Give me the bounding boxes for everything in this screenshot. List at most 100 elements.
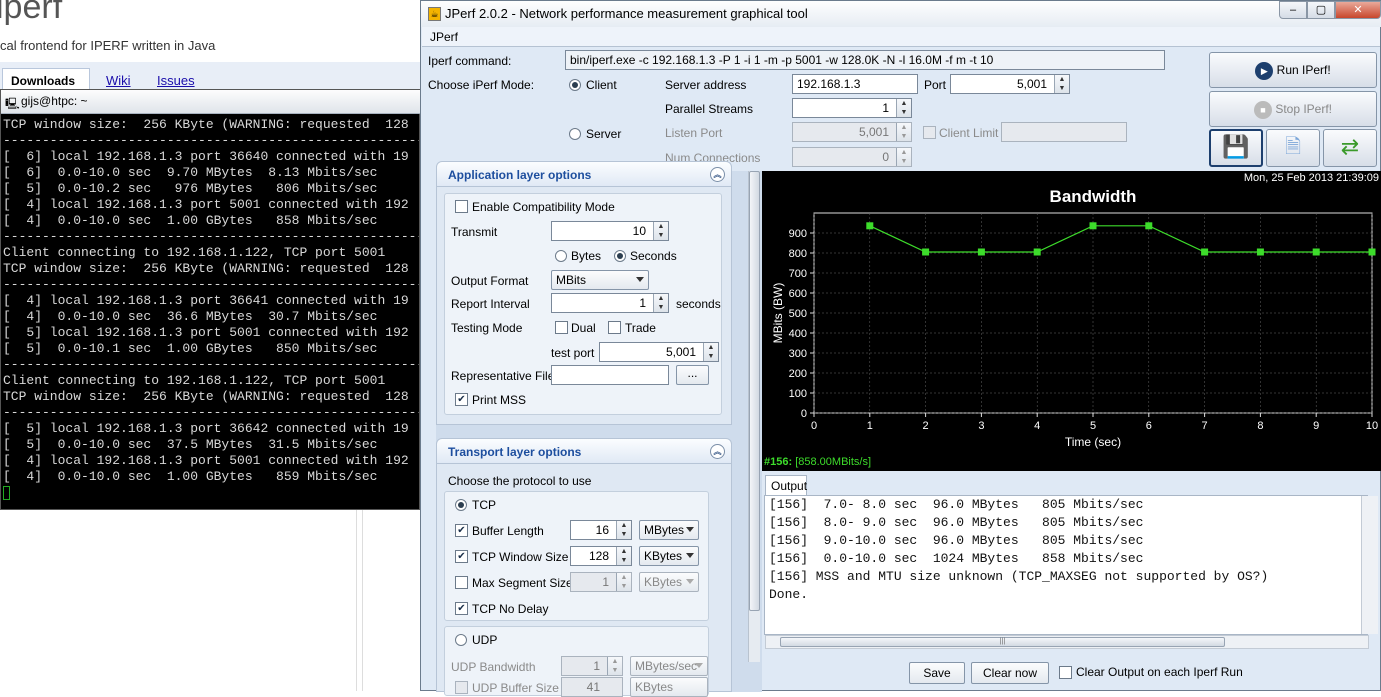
terminal-line: [ 4] 0.0-10.0 sec 1.00 GBytes 858 Mbits/… [3,213,378,228]
maximize-button[interactable]: ▢ [1307,1,1335,19]
buffer-unit-select[interactable]: MBytes [639,520,699,540]
mss-checkbox[interactable] [455,576,468,589]
buffer-length-spinner[interactable]: ▲ ▼ [616,521,631,539]
tab-issues[interactable]: Issues [157,73,195,88]
compat-mode-checkbox[interactable] [455,200,468,213]
udp-radio[interactable] [455,634,467,646]
terminal-line: Client connecting to 192.168.1.122, TCP … [3,245,386,260]
transport-layer-header[interactable]: Transport layer options ︽ [436,438,732,464]
tab-output[interactable]: Output [765,475,807,495]
minimize-button[interactable]: – [1279,1,1307,19]
tcp-radio[interactable] [455,499,467,511]
save-output-button[interactable]: Save [909,662,965,684]
report-interval-spinner[interactable]: ▲ ▼ [653,294,668,312]
port-input[interactable]: 5,001 [950,74,1070,94]
run-iperf-button[interactable]: ▶ Run IPerf! [1209,52,1377,88]
output-vertical-scrollbar[interactable] [1361,496,1378,634]
window-titlebar[interactable]: ☕ JPerf 2.0.2 - Network performance meas… [421,1,1381,27]
terminal-line: [ 4] local 192.168.1.3 port 36641 connec… [3,293,409,308]
output-text[interactable]: [156] 7.0- 8.0 sec 96.0 MBytes 805 Mbits… [769,496,1359,616]
document-icon: 🗎 [1284,136,1302,158]
tcp-window-label: TCP Window Size [472,550,569,564]
parallel-streams-spinner[interactable]: ▲ ▼ [896,99,911,117]
tcp-window-checkbox[interactable]: ✔ [455,550,468,563]
udp-bandwidth-label: UDP Bandwidth [451,660,536,674]
terminal-line: [ 5] 0.0-10.0 sec 37.5 MBytes 31.5 Mbits… [3,437,378,452]
test-port-input[interactable]: 5,001 [599,342,719,362]
browse-button[interactable]: ... [676,365,709,385]
print-mss-checkbox[interactable]: ✔ [455,393,468,406]
dual-checkbox[interactable] [555,321,568,334]
close-button[interactable]: ✕ [1335,1,1381,19]
terminal-line: TCP window size: 256 KByte (WARNING: req… [3,261,409,276]
terminal-line: [ 6] 0.0-10.0 sec 9.70 MBytes 8.13 Mbits… [3,165,378,180]
y-tick-label: 400 [789,328,807,340]
application-layer-header[interactable]: Application layer options ︽ [436,161,732,187]
output-area[interactable]: [156] 7.0- 8.0 sec 96.0 MBytes 805 Mbits… [764,495,1368,635]
bytes-radio[interactable] [555,250,567,262]
x-tick-label: 7 [1202,420,1208,432]
mode-label: Choose iPerf Mode: [428,78,535,92]
chevron-down-icon [686,579,694,584]
x-tick-label: 6 [1146,420,1152,432]
seconds-radio[interactable] [614,250,626,262]
collapse-icon[interactable]: ︽ [710,444,725,459]
server-address-input[interactable]: 192.168.1.3 [792,74,918,94]
scrollbar-thumb[interactable] [749,171,760,611]
client-limit-checkbox [923,126,936,139]
client-label: Client [586,78,617,92]
graph-timestamp: Mon, 25 Feb 2013 21:39:09 [1243,172,1379,184]
output-line: [156] MSS and MTU size unknown (TCP_MAXS… [769,569,1269,584]
tcp-no-delay-checkbox[interactable]: ✔ [455,602,468,615]
window-unit-select[interactable]: KBytes [639,546,699,566]
test-port-spinner[interactable]: ▲ ▼ [703,343,718,361]
testing-mode-label: Testing Mode [451,321,523,335]
port-spinner[interactable]: ▲ ▼ [1054,75,1069,93]
tab-downloads[interactable]: Downloads [2,68,90,90]
tcp-window-spinner[interactable]: ▲ ▼ [616,547,631,565]
y-tick-label: 900 [789,228,807,240]
tab-wiki[interactable]: Wiki [106,73,131,88]
y-tick-label: 300 [789,348,807,360]
terminal-line: [ 5] local 192.168.1.3 port 36642 connec… [3,421,409,436]
x-tick-label: 4 [1034,420,1040,432]
terminal-cursor [3,485,10,500]
client-limit-label: Client Limit [939,126,999,140]
clear-each-run-checkbox[interactable] [1059,666,1072,679]
save-config-button[interactable]: 💾 [1209,129,1263,167]
clear-now-button[interactable]: Clear now [971,662,1049,684]
iperf-command-field[interactable]: bin/iperf.exe -c 192.168.1.3 -P 1 -i 1 -… [565,50,1165,70]
options-scrollbar[interactable] [748,171,760,662]
udp-bandwidth-spinner: ▲ ▼ [607,657,622,675]
terminal-output[interactable]: TCP window size: 256 KByte (WARNING: req… [3,117,419,507]
terminal-window[interactable]: 🖳 gijs@htpc: ~ TCP window size: 256 KByt… [0,89,421,510]
clear-each-run-label: Clear Output on each Iperf Run [1076,665,1243,679]
chart-title: Bandwidth [1050,187,1137,206]
stop-iperf-button[interactable]: ■ Stop IPerf! [1209,91,1377,127]
data-point [1256,248,1264,256]
server-radio[interactable] [569,128,581,140]
port-label: Port [924,78,947,92]
output-horizontal-scrollbar[interactable]: ||| [765,635,1369,649]
rep-file-input[interactable] [551,365,669,385]
buffer-length-checkbox[interactable]: ✔ [455,524,468,537]
dual-label: Dual [571,321,596,335]
window-title: JPerf 2.0.2 - Network performance measur… [445,6,808,21]
scrollbar-thumb[interactable]: ||| [780,637,1225,647]
collapse-icon[interactable]: ︽ [710,167,725,182]
parallel-streams-label: Parallel Streams [665,102,754,116]
y-tick-label: 0 [801,408,807,420]
restore-defaults-button[interactable]: 🗎 [1266,129,1320,167]
refresh-button[interactable]: ⇄ [1323,129,1377,167]
transmit-spinner[interactable]: ▲ ▼ [653,222,668,240]
output-format-select[interactable]: MBits [551,270,649,290]
transmit-input[interactable]: 10 [551,221,669,241]
report-interval-input[interactable]: 1 [551,293,669,313]
parallel-streams-input[interactable]: 1 [792,98,912,118]
trade-checkbox[interactable] [608,321,621,334]
client-radio[interactable] [569,79,581,91]
terminal-titlebar[interactable]: 🖳 gijs@htpc: ~ [1,90,421,114]
graph-legend: #156: [858.00MBits/s] [762,455,1381,471]
y-tick-label: 500 [789,308,807,320]
menu-jperf[interactable]: JPerf [430,30,458,44]
